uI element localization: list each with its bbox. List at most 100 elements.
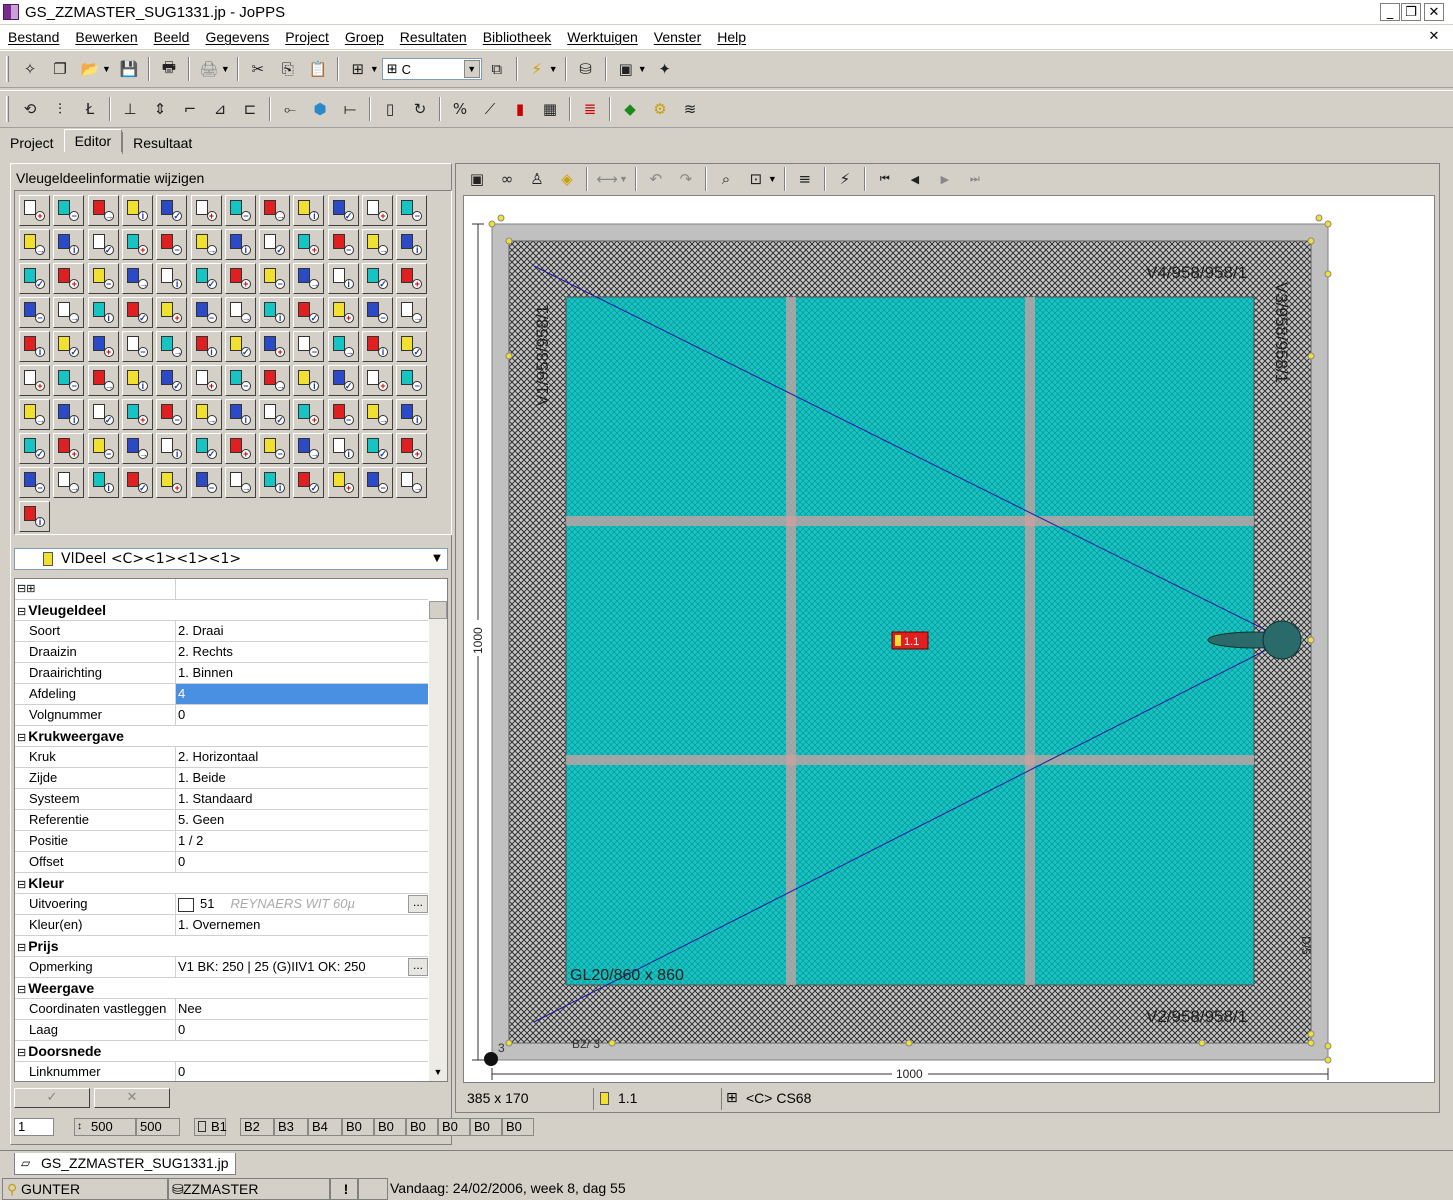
tool-button-icon[interactable]: + bbox=[259, 331, 291, 362]
dimension-icon[interactable]: ⊥ bbox=[118, 97, 142, 121]
copy-file-icon[interactable]: ❐ bbox=[48, 57, 72, 81]
list-icon[interactable]: ≣ bbox=[578, 97, 602, 121]
first-icon[interactable]: ⏮ bbox=[873, 167, 897, 191]
tool-button-icon[interactable]: i bbox=[327, 433, 359, 464]
tool-button-icon[interactable]: → bbox=[224, 467, 256, 498]
scroll-down-icon[interactable]: ▼ bbox=[429, 1067, 447, 1081]
tool-button-icon[interactable]: → bbox=[19, 399, 50, 430]
glazing-bar-vertical[interactable] bbox=[1025, 297, 1035, 985]
tab-project[interactable]: Project bbox=[0, 132, 64, 154]
tool-button-icon[interactable]: ✓ bbox=[19, 263, 50, 294]
tool-button-icon[interactable]: ✓ bbox=[396, 331, 428, 362]
tool-button-icon[interactable]: − bbox=[259, 433, 291, 464]
undo-icon[interactable]: ↶ bbox=[644, 167, 668, 191]
chevron-down-icon[interactable]: ▼ bbox=[619, 174, 628, 184]
frame-view-icon[interactable]: ▣ bbox=[465, 167, 489, 191]
tool-button-icon[interactable]: i bbox=[190, 331, 222, 362]
copy-icon[interactable]: ⎘ bbox=[276, 57, 300, 81]
tool-button-icon[interactable]: ✓ bbox=[53, 331, 85, 362]
chevron-down-icon[interactable]: ▼ bbox=[221, 64, 230, 74]
tab-editor[interactable]: Editor bbox=[63, 129, 123, 152]
dimension-width-icon[interactable]: ⟷ bbox=[595, 167, 619, 191]
chevron-down-icon[interactable]: ▼ bbox=[463, 60, 480, 78]
tool-button-icon[interactable]: − bbox=[396, 195, 428, 226]
tool-button-icon[interactable]: i bbox=[396, 229, 428, 260]
dimension-step-icon[interactable]: ⌐ bbox=[178, 97, 202, 121]
new-file-icon[interactable]: ✧ bbox=[18, 57, 42, 81]
refresh-icon[interactable]: ⚡ bbox=[833, 167, 857, 191]
save-icon[interactable]: 💾 bbox=[117, 57, 141, 81]
tool-button-icon[interactable]: − bbox=[87, 433, 119, 464]
field-b7[interactable]: B0 bbox=[406, 1118, 438, 1136]
open-folder-icon[interactable]: 📂 bbox=[78, 57, 102, 81]
tool-button-icon[interactable]: + bbox=[396, 433, 428, 464]
property-row[interactable]: Positie 1 / 2 bbox=[15, 831, 428, 852]
menu-venster[interactable]: Venster bbox=[646, 29, 709, 45]
tool-button-icon[interactable]: i bbox=[224, 399, 256, 430]
tool-button-icon[interactable]: i bbox=[87, 297, 119, 328]
tool-button-icon[interactable]: + bbox=[327, 297, 359, 328]
tool-button-icon[interactable]: → bbox=[87, 365, 119, 396]
menu-bestand[interactable]: Bestand bbox=[0, 29, 67, 45]
tool-button-icon[interactable]: − bbox=[19, 467, 50, 498]
glazing-bar-horizontal[interactable] bbox=[566, 516, 1254, 526]
restore-button[interactable]: ❐ bbox=[1401, 3, 1421, 21]
tool-button-icon[interactable]: ✓ bbox=[87, 229, 119, 260]
property-value[interactable]: 1. Overnemen bbox=[176, 915, 428, 935]
tool-button-icon[interactable]: ✓ bbox=[121, 297, 153, 328]
property-value[interactable]: 1. Beide bbox=[176, 768, 428, 788]
field-b5[interactable]: B0 bbox=[342, 1118, 374, 1136]
tool-button-icon[interactable]: → bbox=[53, 467, 85, 498]
glazing-bar-vertical[interactable] bbox=[786, 297, 796, 985]
field-height[interactable]: 500 bbox=[136, 1118, 180, 1136]
tool-button-icon[interactable]: → bbox=[293, 433, 325, 464]
tool-button-icon[interactable]: + bbox=[190, 365, 222, 396]
scroll-thumb[interactable] bbox=[429, 601, 447, 619]
menu-resultaten[interactable]: Resultaten bbox=[392, 29, 475, 45]
tool-button-icon[interactable]: ✓ bbox=[362, 433, 393, 464]
property-row[interactable]: Linknummer 0 bbox=[15, 1062, 428, 1081]
redo-icon[interactable]: ↷ bbox=[674, 167, 698, 191]
menu-bewerken[interactable]: Bewerken bbox=[67, 29, 145, 45]
dimension-vertical-icon[interactable]: ⇕ bbox=[148, 97, 172, 121]
bar-chart-icon[interactable]: ▮ bbox=[508, 97, 532, 121]
layers-icon[interactable]: ◈ bbox=[555, 167, 579, 191]
tool-button-icon[interactable]: ✓ bbox=[19, 433, 50, 464]
ellipsis-button[interactable]: ... bbox=[408, 895, 428, 913]
tool-button-icon[interactable]: → bbox=[156, 331, 188, 362]
tool-button-icon[interactable]: → bbox=[362, 399, 393, 430]
tool-button-icon[interactable]: + bbox=[224, 263, 256, 294]
property-value[interactable]: 1 / 2 bbox=[176, 831, 428, 851]
tool-button-icon[interactable]: + bbox=[224, 433, 256, 464]
tool-button-icon[interactable]: → bbox=[396, 297, 428, 328]
section-view-icon[interactable]: ⟝ bbox=[338, 97, 362, 121]
tool-button-icon[interactable]: ✓ bbox=[156, 195, 188, 226]
property-value[interactable]: 0 bbox=[176, 852, 428, 872]
property-value[interactable]: 5. Geen bbox=[176, 810, 428, 830]
tool-button-icon[interactable]: i bbox=[87, 467, 119, 498]
property-row[interactable]: Zijde 1. Beide bbox=[15, 768, 428, 789]
menu-help[interactable]: Help bbox=[709, 29, 754, 45]
tool-button-icon[interactable]: i bbox=[53, 399, 85, 430]
property-section[interactable]: Prijs bbox=[15, 936, 428, 957]
tool-button-icon[interactable]: i bbox=[259, 297, 291, 328]
tool-button-icon[interactable]: ✓ bbox=[259, 229, 291, 260]
tool-button-icon[interactable]: ✓ bbox=[259, 399, 291, 430]
menu-werktuigen[interactable]: Werktuigen bbox=[559, 29, 646, 45]
property-section[interactable]: Kleur bbox=[15, 873, 428, 894]
tool-button-icon[interactable]: i bbox=[156, 263, 188, 294]
tool-button-icon[interactable]: → bbox=[19, 229, 50, 260]
next-icon[interactable]: ▶ bbox=[933, 167, 957, 191]
tool-button-icon[interactable]: + bbox=[156, 467, 188, 498]
tool-button-icon[interactable]: ✓ bbox=[190, 263, 222, 294]
tool-button-icon[interactable]: + bbox=[121, 229, 153, 260]
close-button[interactable]: ✕ bbox=[1424, 3, 1444, 21]
tool-button-icon[interactable]: + bbox=[190, 195, 222, 226]
tool-button-icon[interactable]: i bbox=[293, 365, 325, 396]
tool-button-icon[interactable]: → bbox=[293, 263, 325, 294]
property-value[interactable]: 2. Horizontaal bbox=[176, 747, 428, 767]
tool-button-icon[interactable]: + bbox=[362, 195, 393, 226]
paste-icon[interactable]: 📋 bbox=[306, 57, 330, 81]
printer-icon[interactable]: 🖨 bbox=[197, 57, 221, 81]
tool-button-icon[interactable]: − bbox=[224, 195, 256, 226]
